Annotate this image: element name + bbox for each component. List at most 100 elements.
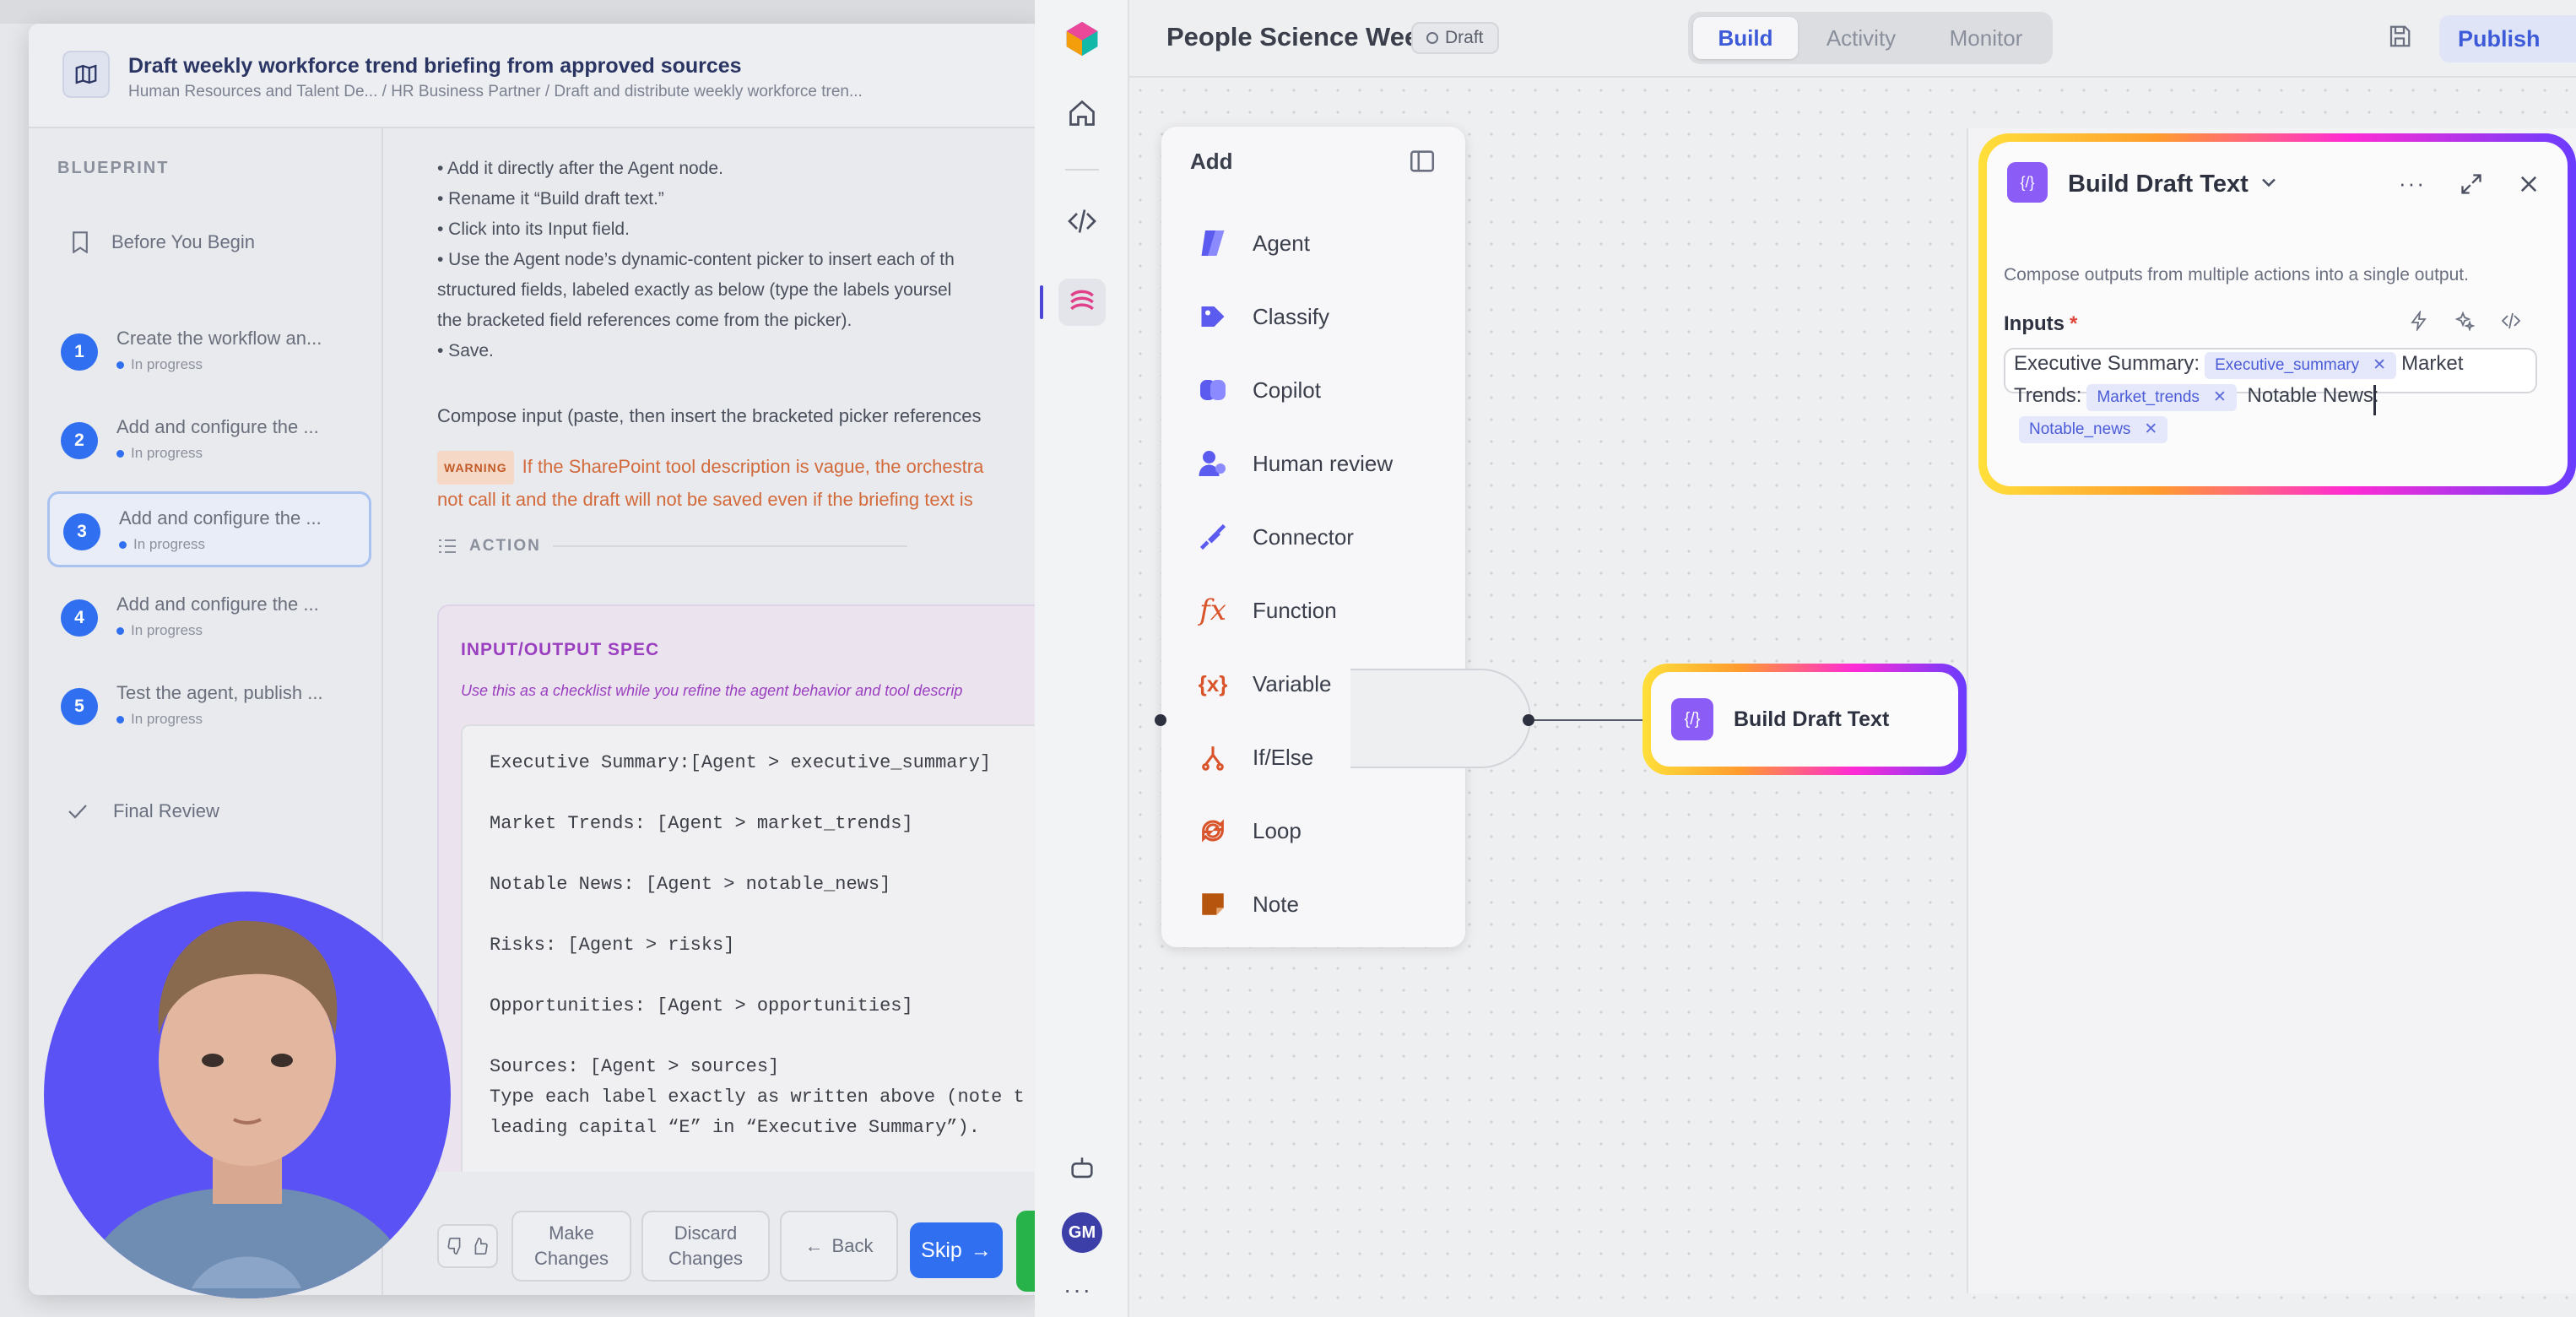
remove-token-icon[interactable]: ✕ — [2373, 356, 2386, 374]
add-item-label: Loop — [1253, 817, 1302, 843]
expand-icon[interactable] — [2460, 172, 2483, 196]
add-item-human-review[interactable]: Human review — [1195, 438, 1448, 489]
collapse-panel-icon[interactable] — [1408, 147, 1437, 176]
action-divider: ACTION — [437, 537, 907, 556]
add-item-label: Copilot — [1253, 377, 1321, 403]
lightning-icon[interactable] — [2409, 311, 2429, 331]
background-window-strip — [0, 0, 1047, 24]
more-icon[interactable]: ··· — [1063, 1276, 1092, 1303]
sidebar-step-4[interactable]: 4 Add and configure the ... In progress — [47, 580, 371, 656]
sidebar-heading: BLUEPRINT — [57, 159, 170, 177]
active-indicator — [1040, 285, 1043, 319]
user-avatar[interactable]: GM — [1062, 1212, 1102, 1253]
home-icon[interactable] — [1058, 89, 1106, 137]
variable-icon: {x} — [1198, 670, 1228, 696]
tab-activity[interactable]: Activity — [1799, 17, 1923, 59]
bullet-line: • Click into its Input field. — [437, 220, 630, 239]
add-node-panel: Add Agent Classify Copilot Human review … — [1161, 127, 1465, 947]
thumbs-down-icon[interactable] — [446, 1237, 465, 1255]
code-icon[interactable] — [2500, 311, 2522, 331]
classify-icon — [1195, 299, 1231, 334]
save-icon[interactable] — [2387, 24, 2412, 49]
node-label: Build Draft Text — [1734, 707, 1890, 731]
chevron-down-icon[interactable] — [2257, 171, 2281, 194]
tab-build[interactable]: Build — [1693, 17, 1798, 59]
discard-changes-button[interactable]: Discard Changes — [641, 1211, 770, 1282]
add-item-classify[interactable]: Classify — [1195, 291, 1448, 342]
blueprint-content: • Add it directly after the Agent node. … — [385, 128, 1042, 1295]
token-market-trends[interactable]: Market_trends ✕ — [2086, 384, 2237, 411]
more-options-icon[interactable]: ··· — [2399, 171, 2426, 197]
code-text: Executive Summary:[Agent > executive_sum… — [490, 752, 1025, 1138]
step-status: In progress — [116, 622, 203, 639]
blueprint-title: Draft weekly workforce trend briefing fr… — [128, 54, 742, 78]
instruction-bullets: • Add it directly after the Agent node. … — [437, 154, 1042, 366]
add-item-copilot[interactable]: Copilot — [1195, 365, 1448, 415]
agent-node[interactable] — [1350, 669, 1531, 768]
sidebar-step-5[interactable]: 5 Test the agent, publish ... In progres… — [47, 669, 371, 745]
feedback-buttons[interactable] — [437, 1224, 498, 1268]
step-number: 5 — [61, 688, 98, 725]
compose-icon: {/} — [1671, 698, 1713, 740]
remove-token-icon[interactable]: ✕ — [2213, 388, 2227, 406]
bot-icon[interactable] — [1058, 1145, 1106, 1192]
status-badge: Draft — [1411, 22, 1499, 54]
inputs-field-content[interactable]: Executive Summary: Executive_summary ✕ Mark… — [2014, 348, 2562, 444]
sidebar-item-before-you-begin[interactable]: Before You Begin — [71, 231, 255, 253]
node-title[interactable]: Build Draft Text — [2068, 171, 2249, 198]
add-item-label: Human review — [1253, 450, 1394, 476]
io-spec-box: INPUT/OUTPUT SPEC Use this as a checklis… — [437, 604, 1042, 1187]
sidebar-step-3[interactable]: 3 Add and configure the ... In progress — [47, 491, 371, 567]
code-icon[interactable] — [1058, 198, 1106, 245]
add-item-label: Function — [1253, 597, 1337, 623]
bullet-line: • Add it directly after the Agent node. — [437, 159, 723, 178]
make-changes-button[interactable]: Make Changes — [511, 1211, 631, 1282]
left-rail: GM ··· — [1035, 0, 1129, 1317]
add-item-label: Note — [1253, 891, 1299, 917]
tab-monitor[interactable]: Monitor — [1924, 17, 2048, 59]
add-item-label: Classify — [1253, 303, 1330, 329]
add-item-function[interactable]: fx Function — [1195, 585, 1448, 636]
add-item-label: Connector — [1253, 523, 1354, 550]
human-review-icon — [1195, 446, 1231, 481]
blueprint-header: Draft weekly workforce trend briefing fr… — [29, 24, 1042, 128]
add-item-agent[interactable]: Agent — [1195, 218, 1448, 268]
add-item-loop[interactable]: Loop — [1195, 805, 1448, 856]
add-item-label: Agent — [1253, 230, 1310, 256]
inputs-label: Inputs * — [2004, 312, 2078, 335]
close-icon[interactable] — [2517, 172, 2541, 196]
skip-button[interactable]: Skip → — [910, 1222, 1003, 1278]
sparkle-icon[interactable] — [2454, 311, 2475, 331]
sidebar-step-2[interactable]: 2 Add and configure the ... In progress — [47, 403, 371, 479]
add-item-connector[interactable]: Connector — [1195, 512, 1448, 562]
sidebar-item-final-review[interactable]: Final Review — [68, 800, 219, 822]
remove-token-icon[interactable]: ✕ — [2144, 420, 2157, 438]
add-panel-title: Add — [1190, 149, 1233, 174]
step-title: Add and configure the ... — [116, 593, 319, 615]
publish-button[interactable]: Publish — [2439, 15, 2576, 62]
edge-connector — [1528, 719, 1646, 721]
blueprint-footer: Make Changes Discard Changes ← Back Skip… — [385, 1172, 1042, 1295]
build-draft-text-node[interactable]: {/} Build Draft Text — [1642, 664, 1967, 775]
add-item-label: If/Else — [1253, 744, 1314, 770]
if-else-icon — [1195, 740, 1231, 775]
breadcrumb: Human Resources and Talent De... / HR Bu… — [128, 83, 863, 100]
back-button[interactable]: ← Back — [780, 1211, 898, 1282]
token-notable-news[interactable]: Notable_news ✕ — [2019, 416, 2168, 443]
token-executive-summary[interactable]: Executive_summary ✕ — [2205, 352, 2397, 379]
thumbs-up-icon[interactable] — [470, 1237, 489, 1255]
add-item-note[interactable]: Note — [1195, 879, 1448, 929]
step-status: In progress — [116, 356, 203, 373]
connector-icon — [1195, 519, 1231, 555]
code-block[interactable]: Executive Summary:[Agent > executive_sum… — [461, 724, 1042, 1180]
function-icon: fx — [1199, 593, 1226, 627]
step-title: Test the agent, publish ... — [116, 682, 323, 703]
bullet-line: • Save. — [437, 341, 494, 360]
step-title: Add and configure the ... — [119, 507, 322, 528]
workflows-icon[interactable] — [1058, 279, 1106, 326]
sidebar-step-1[interactable]: 1 Create the workflow an... In progress — [47, 314, 371, 390]
warning-text: not call it and the draft will not be sa… — [437, 489, 973, 510]
output-port[interactable] — [1523, 714, 1534, 726]
top-bar: People Science Weekly Draft Build Activi… — [1129, 0, 2576, 78]
app-logo-icon[interactable] — [1058, 15, 1106, 62]
